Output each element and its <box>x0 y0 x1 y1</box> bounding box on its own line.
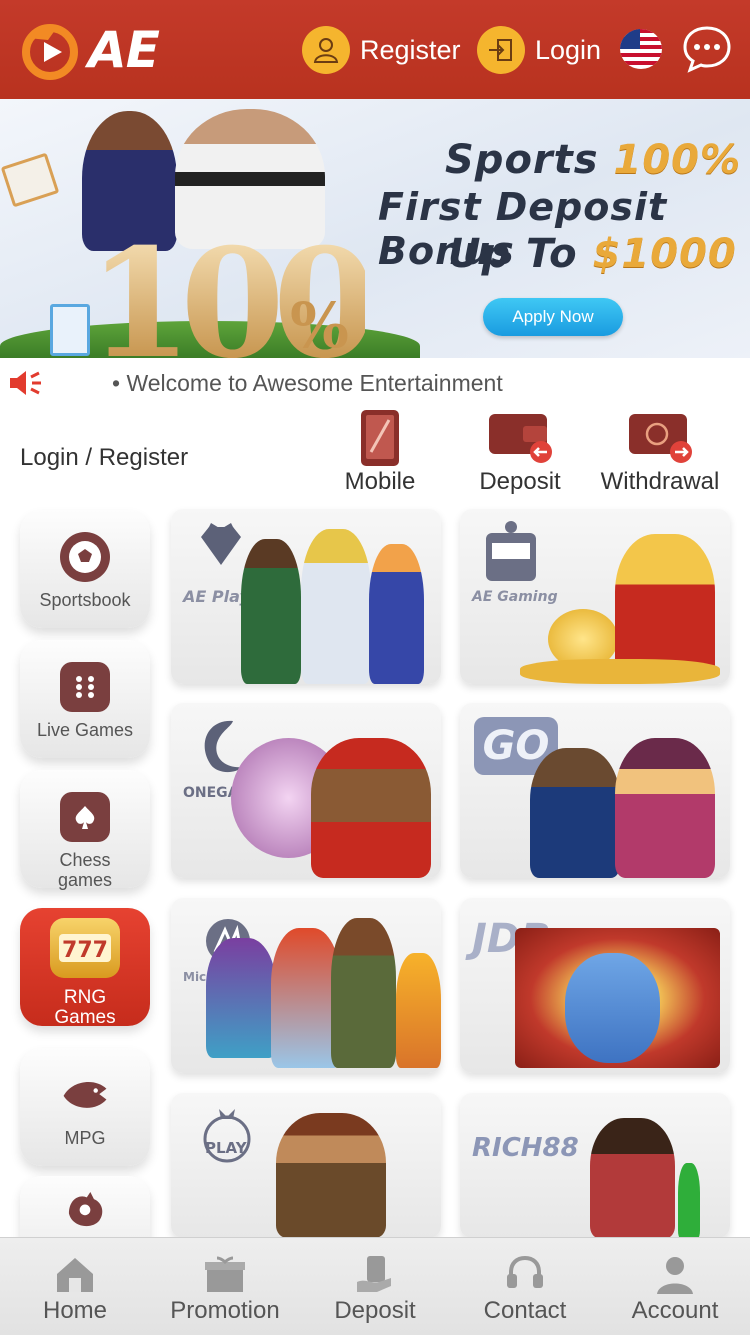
deposit-quick-label: Deposit <box>479 468 561 495</box>
adventurer-character-art <box>276 1113 386 1238</box>
game-tile-rich88[interactable]: RICH88 <box>460 1093 730 1238</box>
monkey-character-art <box>311 738 431 878</box>
nav-account[interactable]: Account <box>600 1238 750 1335</box>
character-art <box>615 738 715 878</box>
category-label: RNG Games <box>54 987 116 1028</box>
bottom-navigation: Home Promotion Deposit Contact Account <box>0 1237 750 1335</box>
game-brand: AE Play <box>183 587 250 606</box>
app-root: AE Register Login 100 % Sports 100% Firs… <box>0 0 750 1335</box>
nav-label: Promotion <box>170 1297 280 1324</box>
nav-label: Home <box>42 1297 108 1324</box>
banner-headline-3: Up To $1000 <box>448 231 737 277</box>
withdrawal-ticket-icon <box>629 414 692 463</box>
nav-home[interactable]: Home <box>0 1238 150 1335</box>
nav-label: Contact <box>483 1297 567 1324</box>
home-icon <box>57 1258 93 1292</box>
headset-icon <box>507 1255 543 1288</box>
gift-box-decoration <box>50 304 90 356</box>
fish-icon <box>60 1070 110 1120</box>
logo-play-icon <box>22 24 78 80</box>
snake-art <box>678 1163 700 1238</box>
category-label: Live Games <box>36 720 134 740</box>
login-arrow-icon <box>477 26 525 74</box>
game-tile-jdb[interactable]: JDB <box>460 898 730 1073</box>
spade-card-icon <box>60 792 110 842</box>
withdrawal-label: Withdrawal <box>600 468 720 495</box>
game-tile-ae-play[interactable]: AE Play <box>171 509 441 684</box>
game-brand: RICH88 <box>472 1133 579 1163</box>
category-label: Chess games <box>57 850 113 890</box>
slot-machine-icon: 777 <box>50 918 120 978</box>
diamond-logo-icon <box>201 523 241 565</box>
category-chess-games[interactable]: Chess games <box>20 770 150 890</box>
game-tile-microgaming[interactable]: Microgaming <box>171 898 441 1073</box>
nav-promotion[interactable]: Promotion <box>150 1238 300 1335</box>
gift-icon <box>205 1256 245 1292</box>
character-art <box>530 748 620 878</box>
game-tile-pragmatic-play[interactable]: PLAY <box>171 1093 441 1238</box>
category-label: Sportsbook <box>39 590 131 610</box>
svg-text:777: 777 <box>62 938 108 963</box>
login-register-link[interactable]: Login / Register <box>20 444 188 472</box>
soccer-ball-icon <box>60 532 110 582</box>
game-tile-onegame[interactable]: ONEGAME <box>171 703 441 878</box>
category-label: MPG <box>64 1128 106 1148</box>
register-button[interactable]: Register <box>302 24 461 76</box>
logo-text: AE <box>88 21 160 79</box>
banner-headline-1: Sports 100% <box>445 137 742 183</box>
nav-deposit[interactable]: Deposit <box>300 1238 450 1335</box>
login-button[interactable]: Login <box>477 24 601 76</box>
dancer-character-art <box>590 1118 675 1238</box>
game-tile-go[interactable]: GO <box>460 703 730 878</box>
login-label: Login <box>535 34 602 65</box>
gold-coins-art <box>520 659 720 684</box>
header-bar: AE Register Login <box>0 0 750 99</box>
hero-character-art <box>331 918 396 1068</box>
user-icon <box>302 26 350 74</box>
speaker-icon <box>10 371 41 395</box>
elephant-character-art <box>565 953 660 1063</box>
bonus-percent-graphic: % <box>290 289 349 358</box>
character-art <box>301 529 371 684</box>
game-tile-ae-gaming[interactable]: AE Gaming <box>460 509 730 684</box>
deposit-quick-button[interactable]: Deposit <box>455 406 585 496</box>
gift-box-decoration <box>0 152 60 208</box>
character-art <box>241 539 301 684</box>
logo[interactable]: AE <box>18 14 168 86</box>
character-art <box>369 544 424 684</box>
nav-contact[interactable]: Contact <box>450 1238 600 1335</box>
dice-icon <box>60 662 110 712</box>
category-mpg[interactable]: MPG <box>20 1048 150 1166</box>
register-label: Register <box>360 34 461 65</box>
mobile-button[interactable]: Mobile <box>315 406 445 496</box>
language-flag-icon[interactable] <box>620 29 662 69</box>
mobile-phone-icon <box>361 410 399 466</box>
wallet-deposit-icon <box>489 414 552 463</box>
withdrawal-button[interactable]: Withdrawal <box>595 406 725 496</box>
category-live-games[interactable]: Live Games <box>20 640 150 758</box>
slot-machine-logo-icon <box>486 521 536 581</box>
promo-banner[interactable]: 100 % Sports 100% First Deposit Bonus Up… <box>0 99 750 358</box>
game-brand: PLAY <box>205 1139 247 1157</box>
nav-label: Account <box>631 1297 719 1324</box>
bull-character-art <box>615 534 715 679</box>
apply-now-button[interactable]: Apply Now <box>483 298 623 336</box>
account-user-icon <box>657 1257 693 1294</box>
mobile-label: Mobile <box>344 468 416 495</box>
category-rng-games[interactable]: 777 RNG Games <box>20 908 150 1028</box>
rooster-icon <box>60 1184 110 1234</box>
game-brand: AE Gaming <box>472 589 558 605</box>
chat-bubble-icon[interactable] <box>682 24 732 74</box>
nav-label: Deposit <box>334 1297 416 1324</box>
announcement-text: • Welcome to Awesome Entertainment <box>112 370 503 396</box>
category-sportsbook[interactable]: Sportsbook <box>20 510 150 628</box>
dragon-character-art <box>206 938 276 1058</box>
deposit-hand-icon <box>357 1256 391 1292</box>
fire-character-art <box>396 953 441 1068</box>
